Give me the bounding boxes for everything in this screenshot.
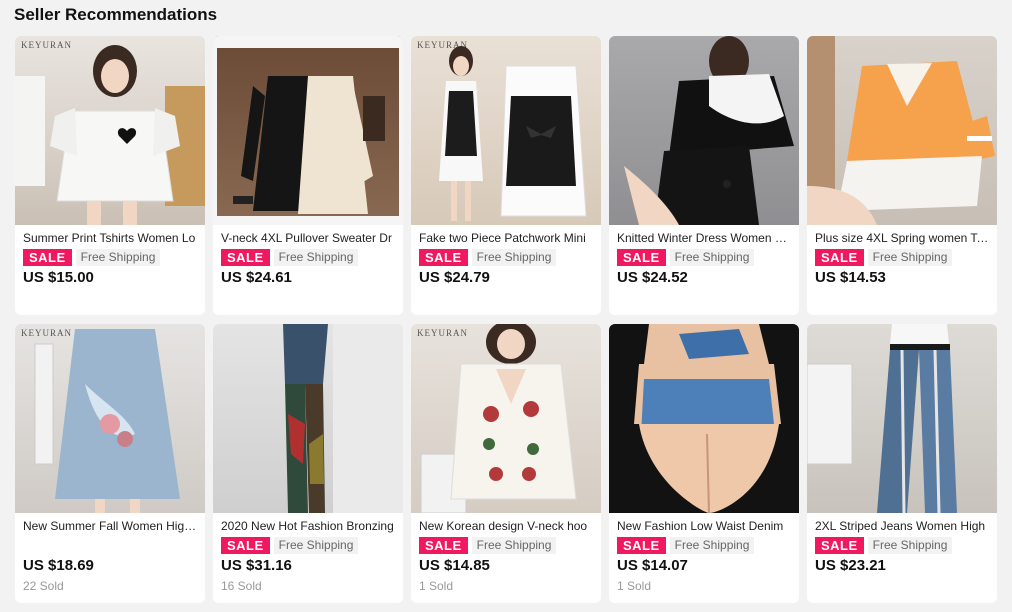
product-tags: SALE Free Shipping <box>23 248 197 266</box>
free-shipping-tag: Free Shipping <box>273 536 359 554</box>
product-price: US $18.69 <box>23 557 94 574</box>
product-title[interactable]: Summer Print Tshirts Women Lo <box>23 231 197 246</box>
product-price: US $15.00 <box>23 269 94 286</box>
product-image[interactable] <box>213 324 403 513</box>
product-price: US $24.79 <box>419 269 490 286</box>
product-title[interactable]: V-neck 4XL Pullover Sweater Dr <box>221 231 395 246</box>
product-title[interactable]: Knitted Winter Dress Women Sw <box>617 231 791 246</box>
product-tags: SALE Free Shipping <box>221 536 395 554</box>
product-card[interactable]: V-neck 4XL Pullover Sweater Dr SALE Free… <box>213 36 403 315</box>
product-image[interactable] <box>609 36 799 225</box>
product-image[interactable] <box>609 324 799 513</box>
free-shipping-tag: Free Shipping <box>867 536 953 554</box>
product-tags <box>23 536 197 554</box>
sale-badge: SALE <box>23 248 72 266</box>
sale-badge: SALE <box>617 248 666 266</box>
product-tags: SALE Free Shipping <box>617 248 791 266</box>
product-tags: SALE Free Shipping <box>221 248 395 266</box>
product-price: US $24.61 <box>221 269 292 286</box>
product-price: US $24.52 <box>617 269 688 286</box>
product-card[interactable]: Plus size 4XL Spring women Tsh SALE Free… <box>807 36 997 315</box>
product-image[interactable] <box>807 36 997 225</box>
free-shipping-tag: Free Shipping <box>867 248 953 266</box>
product-card[interactable]: KEYURAN Summer Print Tshirts Women Lo SA… <box>15 36 205 315</box>
product-tags: SALE Free Shipping <box>815 536 989 554</box>
product-title[interactable]: New Fashion Low Waist Denim <box>617 519 791 534</box>
sold-count: 22 Sold <box>23 579 64 593</box>
free-shipping-tag: Free Shipping <box>471 248 557 266</box>
product-tags: SALE Free Shipping <box>617 536 791 554</box>
product-card[interactable]: KEYURAN New Summer Fall Women High W US … <box>15 324 205 603</box>
product-title[interactable]: Plus size 4XL Spring women Tsh <box>815 231 989 246</box>
product-price: US $14.85 <box>419 557 490 574</box>
product-grid: KEYURAN Summer Print Tshirts Women Lo SA… <box>15 36 997 603</box>
sold-count: 1 Sold <box>419 579 454 593</box>
product-card[interactable]: KEYURAN Fake two Piece Patchwork Mini SA… <box>411 36 601 315</box>
free-shipping-tag: Free Shipping <box>75 248 161 266</box>
product-title[interactable]: 2020 New Hot Fashion Bronzing <box>221 519 395 534</box>
sale-badge: SALE <box>815 248 864 266</box>
sale-badge: SALE <box>221 536 270 554</box>
sold-count: 16 Sold <box>221 579 262 593</box>
product-card[interactable]: New Fashion Low Waist Denim SALE Free Sh… <box>609 324 799 603</box>
product-image[interactable]: KEYURAN <box>15 36 205 225</box>
free-shipping-tag: Free Shipping <box>669 536 755 554</box>
product-price: US $31.16 <box>221 557 292 574</box>
product-price: US $14.53 <box>815 269 886 286</box>
product-tags: SALE Free Shipping <box>815 248 989 266</box>
sale-badge: SALE <box>617 536 666 554</box>
product-title[interactable]: New Korean design V-neck hoo <box>419 519 593 534</box>
product-image[interactable] <box>213 36 403 225</box>
product-title[interactable]: New Summer Fall Women High W <box>23 519 197 534</box>
free-shipping-tag: Free Shipping <box>471 536 557 554</box>
product-card[interactable]: KEYURAN New Korean design V-neck hoo SAL… <box>411 324 601 603</box>
sale-badge: SALE <box>815 536 864 554</box>
product-card[interactable]: Knitted Winter Dress Women Sw SALE Free … <box>609 36 799 315</box>
product-tags: SALE Free Shipping <box>419 536 593 554</box>
free-shipping-tag: Free Shipping <box>669 248 755 266</box>
sale-badge: SALE <box>221 248 270 266</box>
sold-count: 1 Sold <box>617 579 652 593</box>
product-price: US $23.21 <box>815 557 886 574</box>
product-image[interactable]: KEYURAN <box>15 324 205 513</box>
product-title[interactable]: 2XL Striped Jeans Women High <box>815 519 989 534</box>
product-tags: SALE Free Shipping <box>419 248 593 266</box>
sale-badge: SALE <box>419 536 468 554</box>
product-image[interactable]: KEYURAN <box>411 324 601 513</box>
free-shipping-tag: Free Shipping <box>273 248 359 266</box>
product-image[interactable] <box>807 324 997 513</box>
product-card[interactable]: 2XL Striped Jeans Women High SALE Free S… <box>807 324 997 603</box>
product-card[interactable]: 2020 New Hot Fashion Bronzing SALE Free … <box>213 324 403 603</box>
product-title[interactable]: Fake two Piece Patchwork Mini <box>419 231 593 246</box>
section-title: Seller Recommendations <box>14 5 218 24</box>
product-image[interactable]: KEYURAN <box>411 36 601 225</box>
product-price: US $14.07 <box>617 557 688 574</box>
sale-badge: SALE <box>419 248 468 266</box>
